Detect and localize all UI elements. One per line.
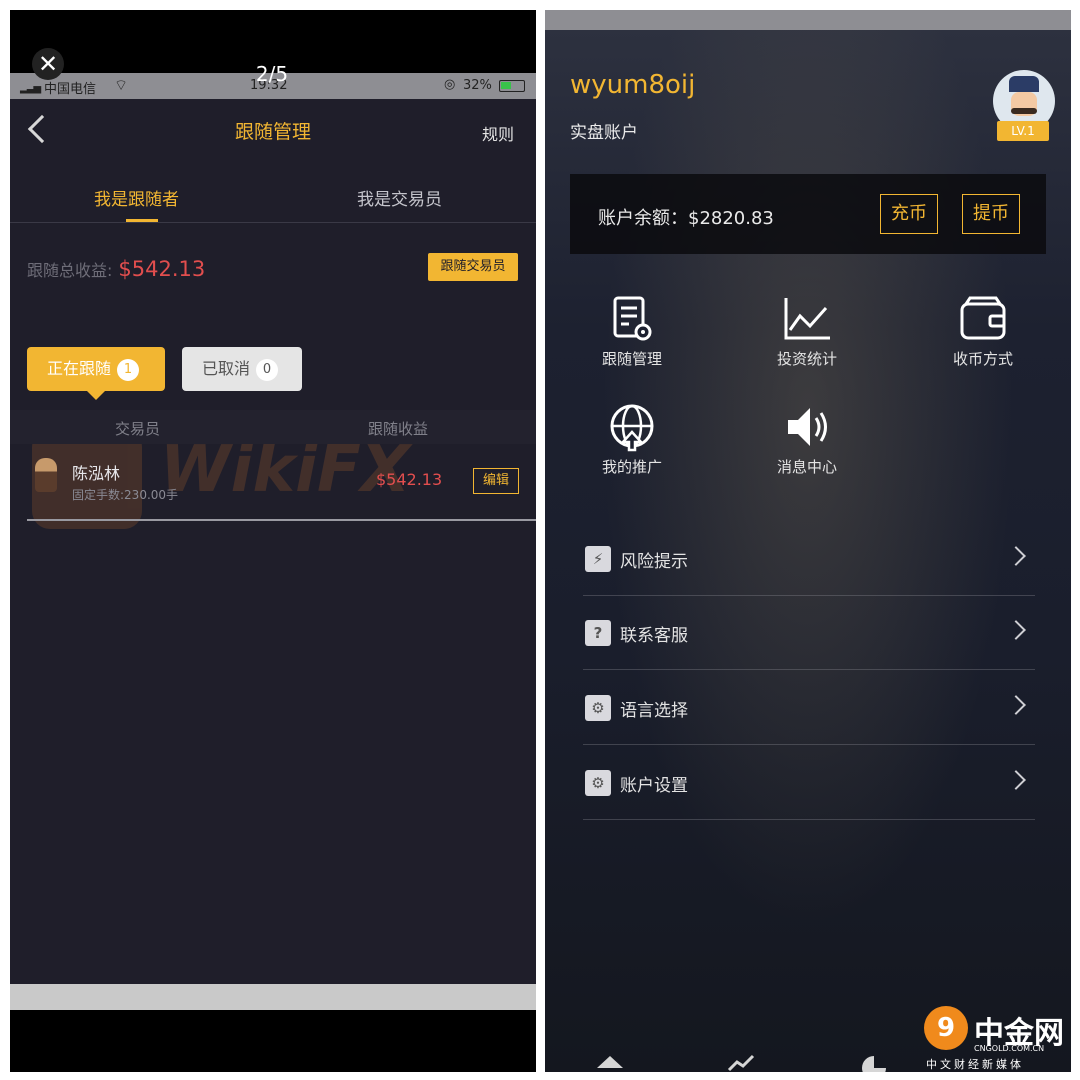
grid-label: 投资统计 [776, 350, 837, 368]
trader-lots: 固定手数:230.00手 [72, 488, 179, 502]
question-icon: ? [585, 620, 611, 646]
grid-investment-stats[interactable]: 投资统计 [752, 294, 862, 369]
column-trader: 交易员 [115, 420, 161, 438]
nav-bar: 跟随管理 规则 [10, 99, 536, 163]
active-tab-indicator [126, 219, 158, 222]
right-screenshot: wyum8oij 实盘账户 LV.1 账户余额：$2820.83 充币 提币 跟… [545, 10, 1071, 1072]
chart-icon[interactable] [727, 1054, 757, 1072]
menu-account-settings[interactable]: ⚙ 账户设置 [583, 746, 1035, 820]
tab-trader[interactable]: 我是交易员 [357, 185, 442, 210]
trader-profit: $542.13 [376, 470, 443, 489]
brand-logo: 9 中金网 CNGOLD.COM.CN 中文财经新媒体 [922, 1006, 1072, 1072]
grid-label: 我的推广 [601, 458, 662, 476]
table-row[interactable]: 陈泓林 固定手数:230.00手 $542.13 编辑 [27, 448, 536, 521]
gear-icon: ⚙ [585, 770, 611, 796]
username: wyum8oij [570, 70, 696, 100]
brand-tagline: 中文财经新媒体 [926, 1058, 1024, 1071]
line-chart-icon [784, 298, 830, 340]
battery-percent: 32% [463, 78, 492, 93]
segment-pointer [87, 391, 105, 400]
grid-label: 消息中心 [776, 458, 837, 476]
chevron-right-icon [1006, 770, 1026, 790]
account-type: 实盘账户 [570, 123, 638, 143]
segment-following[interactable]: 正在跟随 1 [27, 347, 165, 400]
rotation-lock-icon: ◎ [444, 77, 456, 92]
level-badge: LV.1 [997, 121, 1049, 141]
menu-language[interactable]: ⚙ 语言选择 [583, 671, 1035, 745]
table-header: 交易员 跟随收益 [10, 410, 536, 444]
menu-label: 联系客服 [620, 626, 688, 646]
chevron-right-icon [1006, 620, 1026, 640]
trader-avatar [35, 458, 57, 492]
page-title: 跟随管理 [234, 121, 311, 143]
menu-label: 语言选择 [620, 701, 688, 721]
globe-icon [610, 404, 654, 452]
segment-cancelled[interactable]: 已取消 0 [182, 347, 302, 391]
tab-follower[interactable]: 我是跟随者 [94, 185, 179, 210]
home-icon[interactable] [595, 1054, 625, 1072]
grid-collection-method[interactable]: 收币方式 [928, 294, 1038, 369]
menu-risk-warning[interactable]: ⚡ 风险提示 [583, 522, 1035, 596]
document-gear-icon [613, 296, 652, 341]
image-pager: 2/5 [255, 62, 289, 86]
menu-contact-support[interactable]: ? 联系客服 [583, 596, 1035, 670]
gear-icon: ⚙ [585, 695, 611, 721]
avatar-hat [1009, 76, 1039, 92]
carrier-name: 中国电信 [44, 82, 97, 97]
close-icon[interactable]: ✕ [32, 48, 64, 80]
brand-domain: CNGOLD.COM.CN [974, 1044, 1045, 1053]
brand-mark-icon: 9 [924, 1006, 968, 1050]
wallet-icon [960, 296, 1006, 340]
segment-following-label: 正在跟随 [47, 359, 112, 378]
menu-label: 风险提示 [620, 552, 688, 572]
segment-cancelled-count: 0 [256, 358, 279, 381]
segment-following-count: 1 [117, 358, 140, 381]
role-tabs: 我是跟随者 我是交易员 [10, 163, 536, 223]
segment-cancelled-label: 已取消 [202, 359, 251, 378]
signal-icon: ▂▃▅ [20, 83, 41, 94]
edit-button[interactable]: 编辑 [473, 468, 519, 494]
account-balance: 账户余额：$2820.83 [598, 208, 774, 229]
follow-management-screen: 跟随管理 规则 我是跟随者 我是交易员 跟随总收益: $542.13 跟随交易员 … [10, 99, 536, 984]
pie-chart-icon[interactable] [859, 1054, 889, 1072]
total-profit-amount: $542.13 [118, 257, 206, 281]
trader-name: 陈泓林 [72, 464, 121, 483]
total-profit: 跟随总收益: $542.13 [27, 257, 205, 281]
grid-message-center[interactable]: 消息中心 [752, 402, 862, 477]
grid-label: 收币方式 [952, 350, 1013, 368]
speaker-icon [788, 408, 827, 446]
menu-label: 账户设置 [620, 776, 688, 796]
left-screenshot: ✕ 2/5 ▂▃▅ 中国电信 ⌔ 19:32 ◎ 32% 跟随管理 规则 我是跟… [10, 10, 536, 1072]
bottom-bar [10, 984, 536, 1010]
grid-my-promotion[interactable]: 我的推广 [577, 402, 687, 477]
withdraw-button[interactable]: 提币 [962, 194, 1020, 234]
deposit-button[interactable]: 充币 [880, 194, 938, 234]
back-chevron-icon[interactable] [27, 114, 57, 144]
lightning-icon: ⚡ [585, 546, 611, 572]
chevron-right-icon [1006, 546, 1026, 566]
balance-card: 账户余额：$2820.83 充币 提币 [570, 174, 1046, 254]
grid-follow-management[interactable]: 跟随管理 [577, 294, 687, 369]
total-profit-label: 跟随总收益: [27, 261, 113, 280]
avatar-mustache [1011, 108, 1037, 114]
status-bar-strip [545, 10, 1071, 30]
rules-link[interactable]: 规则 [482, 121, 514, 145]
chevron-right-icon [1006, 695, 1026, 715]
wifi-icon: ⌔ [114, 76, 129, 94]
grid-label: 跟随管理 [601, 350, 662, 368]
battery-icon [499, 80, 525, 92]
follow-trader-button[interactable]: 跟随交易员 [428, 253, 518, 281]
column-profit: 跟随收益 [368, 420, 429, 438]
